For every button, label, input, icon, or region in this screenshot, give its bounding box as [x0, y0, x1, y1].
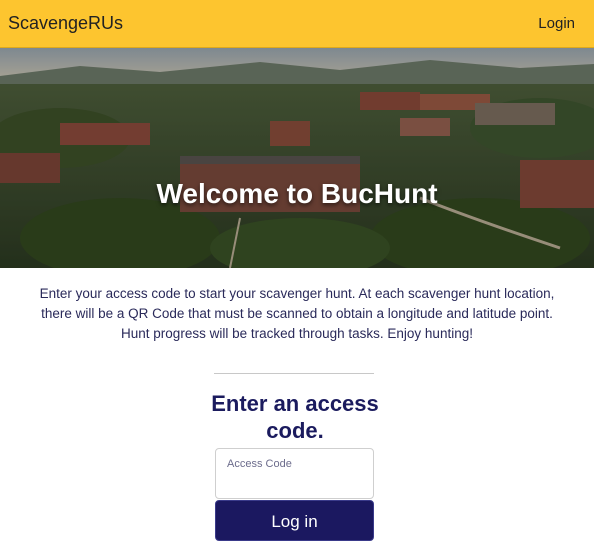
hero-title: Welcome to BucHunt — [156, 178, 438, 209]
form-heading: Enter an access code. — [211, 391, 379, 443]
form-divider — [214, 373, 374, 374]
access-code-label: Access Code — [227, 458, 292, 470]
hero-banner: Welcome to BucHunt — [0, 48, 594, 268]
intro-paragraph: Enter your access code to start your sca… — [39, 286, 555, 341]
top-navbar: ScavengeRUs Login — [0, 0, 594, 48]
access-code-input[interactable]: Access Code — [215, 448, 374, 499]
brand-logo-text[interactable]: ScavengeRUs — [8, 13, 123, 34]
login-link[interactable]: Login — [538, 15, 575, 32]
login-button[interactable]: Log in — [215, 500, 374, 541]
campus-aerial-image — [0, 48, 594, 268]
